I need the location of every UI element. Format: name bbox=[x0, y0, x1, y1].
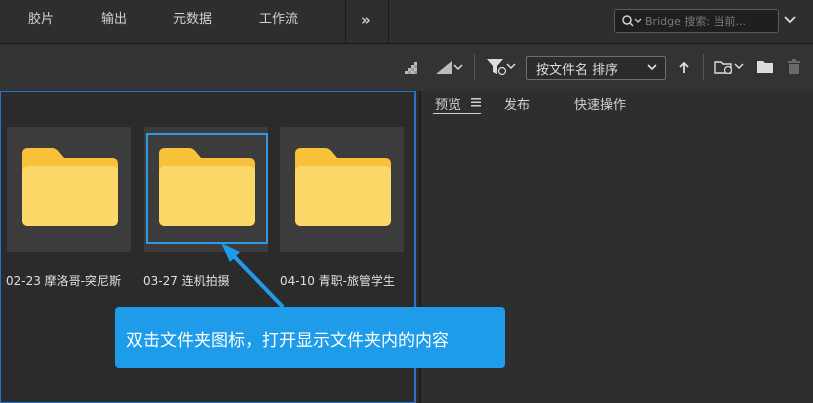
callout-text: 双击文件夹图标，打开显示文件夹内的内容 bbox=[126, 331, 449, 351]
instruction-callout: 双击文件夹图标，打开显示文件夹内的内容 bbox=[115, 307, 505, 368]
